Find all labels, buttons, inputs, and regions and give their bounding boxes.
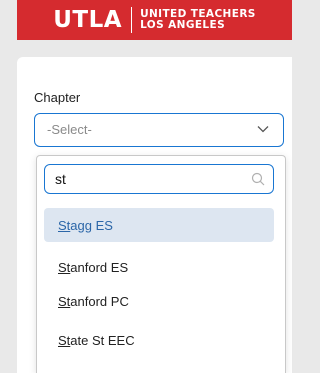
option-text: anford ES <box>70 259 129 275</box>
chevron-down-icon <box>257 126 269 133</box>
option-match-text: St <box>58 217 71 233</box>
utla-logo-subtitle: UNITED TEACHERS LOS ANGELES <box>132 9 256 31</box>
chapter-dropdown: Stagg ES Stanford ES Stanford PC State S… <box>36 155 286 373</box>
option-text: agg ES <box>70 217 113 233</box>
chapter-select-value: -Select- <box>47 122 92 137</box>
utla-banner: UTLA UNITED TEACHERS LOS ANGELES <box>17 0 292 40</box>
option-text: anford PC <box>70 293 129 309</box>
option-match-text: St <box>58 293 71 309</box>
dropdown-search-input[interactable] <box>55 169 245 189</box>
subtitle-line-2: LOS ANGELES <box>140 19 226 31</box>
option-match-text: St <box>58 332 71 348</box>
chapter-label: Chapter <box>34 90 81 105</box>
chapter-select[interactable]: -Select- <box>34 113 284 147</box>
option-text: ate St EEC <box>70 332 135 348</box>
option-match-text: St <box>58 259 71 275</box>
dropdown-search-box[interactable] <box>44 164 274 194</box>
search-icon <box>251 172 265 186</box>
option-stagg-es[interactable]: St agg ES <box>44 208 274 242</box>
utla-logo: UTLA <box>53 7 133 33</box>
option-stanford-pc[interactable]: St anford PC <box>44 284 274 318</box>
option-stanford-es[interactable]: St anford ES <box>44 250 274 284</box>
option-state-st-eec[interactable]: St ate St EEC <box>44 323 274 357</box>
